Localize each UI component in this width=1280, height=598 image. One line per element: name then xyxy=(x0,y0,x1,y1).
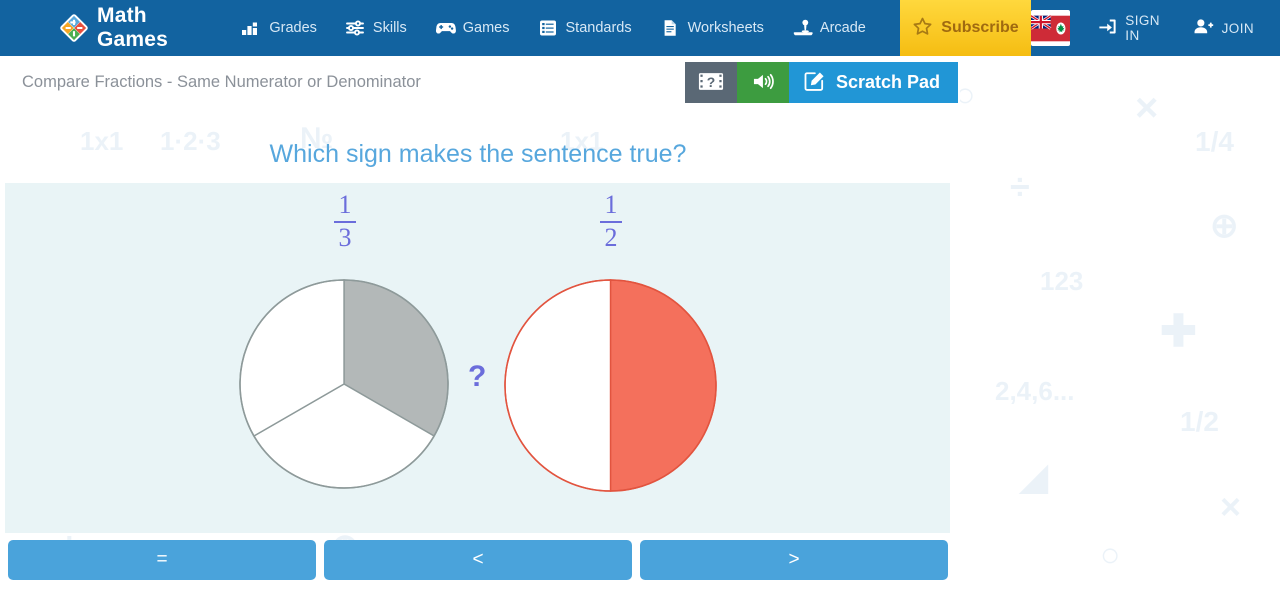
watermark-glyph: ⊕ xyxy=(1210,207,1239,245)
list-box-icon xyxy=(538,19,558,37)
nav-right-group: SIGN IN JOIN xyxy=(1031,0,1280,56)
star-icon xyxy=(912,16,933,40)
nav-item-label: Games xyxy=(462,20,510,36)
answer-button-less-than[interactable]: < xyxy=(324,540,632,580)
pencil-square-icon xyxy=(803,70,826,96)
fraction-labels: 1 3 1 2 xyxy=(0,190,956,252)
join-button[interactable]: JOIN xyxy=(1181,0,1266,56)
watermark-glyph: 1/4 xyxy=(1195,126,1234,157)
watermark-glyph: 2,4,6... xyxy=(995,376,1075,406)
tool-button-group: ? Scratch Pad xyxy=(685,62,959,103)
help-video-button[interactable]: ? xyxy=(685,62,737,103)
nav-item-label: Standards xyxy=(565,20,632,36)
watermark-glyph: 123 xyxy=(1040,266,1084,296)
bar-chart-icon xyxy=(241,19,261,37)
brand-name: Math Games xyxy=(97,4,169,51)
watermark-glyph: ÷ xyxy=(1010,166,1030,207)
subscribe-label: Subscribe xyxy=(941,19,1019,36)
math-diamond-logo-icon xyxy=(60,14,88,42)
speaker-icon xyxy=(751,71,776,95)
nav-item-worksheets[interactable]: Worksheets xyxy=(646,0,778,56)
nav-item-label: Grades xyxy=(269,20,317,36)
answer-button-group: = < > xyxy=(8,540,948,580)
ontario-flag-button[interactable] xyxy=(1031,10,1071,46)
pie-chart-left xyxy=(238,278,450,495)
brand-home-link[interactable]: Math Games xyxy=(0,0,227,56)
watermark-glyph: × xyxy=(1220,486,1242,527)
gamepad-icon xyxy=(435,19,456,37)
top-navigation-bar: Math Games Grades Skills Games Standards… xyxy=(0,0,1280,56)
page-root: 1/4✚◢2,4,6...÷1231/2✚◢2,4,6...÷123○1x11·… xyxy=(0,0,1280,598)
nav-item-games[interactable]: Games xyxy=(421,0,524,56)
sign-in-label: SIGN IN xyxy=(1125,13,1160,43)
watermark-glyph: ○ xyxy=(1100,536,1121,574)
nav-item-standards[interactable]: Standards xyxy=(524,0,646,56)
scratch-pad-button[interactable]: Scratch Pad xyxy=(789,62,959,103)
nav-item-label: Skills xyxy=(372,20,407,36)
nav-item-list: Grades Skills Games Standards Worksheets… xyxy=(227,0,880,56)
document-icon xyxy=(660,19,680,37)
join-label: JOIN xyxy=(1221,20,1254,36)
svg-text:?: ? xyxy=(707,74,716,90)
ontario-flag xyxy=(1031,14,1071,41)
nav-item-label: Arcade xyxy=(819,20,866,36)
pie-chart-group: ? xyxy=(0,270,956,510)
nav-item-label: Worksheets xyxy=(687,20,764,36)
sign-in-button[interactable]: SIGN IN xyxy=(1086,0,1178,56)
sign-in-icon xyxy=(1098,18,1117,38)
fraction-right-numerator: 1 xyxy=(604,190,618,219)
nav-item-arcade[interactable]: Arcade xyxy=(778,0,880,56)
fraction-left-denominator: 3 xyxy=(338,222,352,252)
fraction-left-numerator: 1 xyxy=(338,190,352,219)
answer-button-equals[interactable]: = xyxy=(8,540,316,580)
joystick-icon xyxy=(792,19,813,37)
scratch-pad-label: Scratch Pad xyxy=(836,72,941,92)
watermark-glyph: 1/2 xyxy=(1180,406,1219,437)
fraction-left: 1 3 xyxy=(315,190,375,252)
add-user-icon xyxy=(1193,18,1214,38)
comparison-placeholder: ? xyxy=(468,360,487,393)
sliders-icon xyxy=(345,19,365,37)
question-prompt: Which sign makes the sentence true? xyxy=(269,140,687,168)
fraction-right-denominator: 2 xyxy=(604,222,618,252)
answer-button-greater-than[interactable]: > xyxy=(640,540,948,580)
subscribe-button[interactable]: Subscribe xyxy=(899,0,1032,56)
fraction-right: 1 2 xyxy=(581,190,641,252)
watermark-glyph: ✚ xyxy=(1160,307,1197,356)
pie-chart-right xyxy=(503,278,718,498)
sound-button[interactable] xyxy=(737,62,789,103)
video-help-icon: ? xyxy=(698,71,724,95)
page-title: Compare Fractions - Same Numerator or De… xyxy=(22,72,421,91)
nav-item-grades[interactable]: Grades xyxy=(227,0,331,56)
watermark-glyph: ◢ xyxy=(1020,456,1048,497)
pie-slice xyxy=(504,279,612,492)
nav-item-skills[interactable]: Skills xyxy=(331,0,421,56)
pie-slice xyxy=(609,279,717,492)
watermark-glyph: × xyxy=(1135,86,1159,130)
